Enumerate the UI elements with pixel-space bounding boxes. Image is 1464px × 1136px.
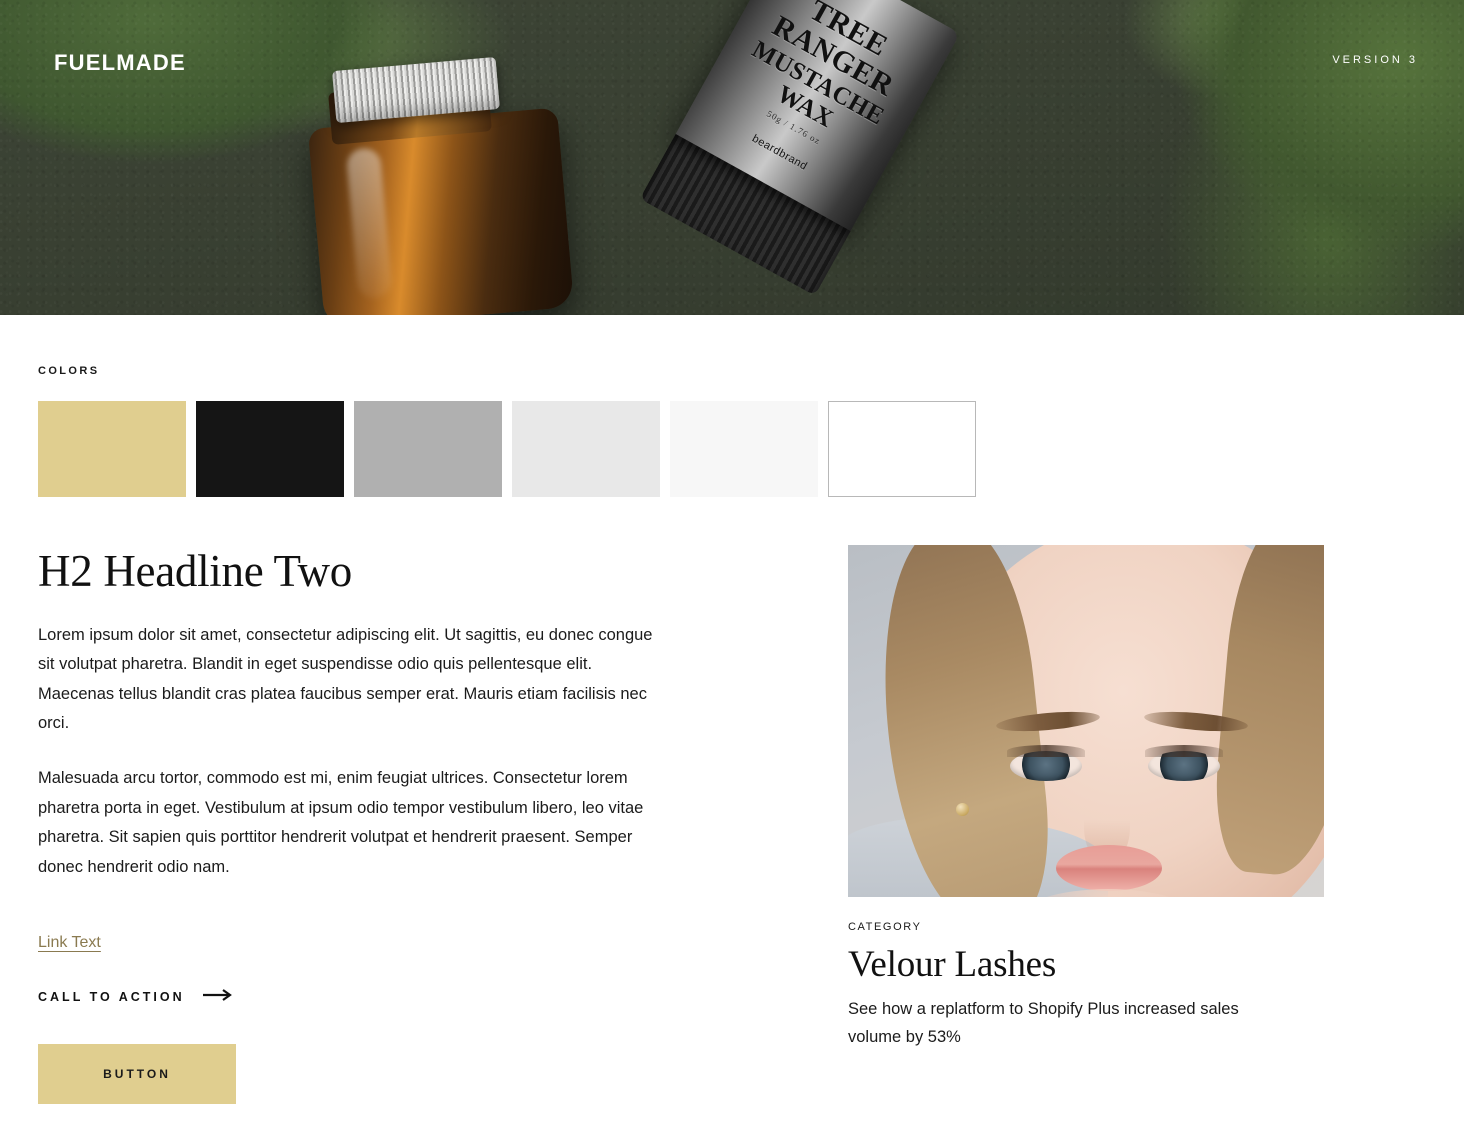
body-paragraph-1: Lorem ipsum dolor sit amet, consectetur … bbox=[38, 626, 653, 733]
version-label: VERSION 3 bbox=[1332, 54, 1418, 66]
card-image[interactable] bbox=[848, 545, 1324, 897]
primary-button-label: BUTTON bbox=[103, 1066, 171, 1081]
logo-text-made: MADE bbox=[116, 50, 186, 75]
color-swatch-list bbox=[38, 401, 1426, 497]
color-swatch-mid-gray[interactable] bbox=[354, 401, 502, 497]
color-swatch-off-white[interactable] bbox=[670, 401, 818, 497]
page-title: H2 Headline Two bbox=[38, 546, 352, 596]
sample-link[interactable]: Link Text bbox=[38, 934, 101, 952]
portrait-earring bbox=[956, 803, 969, 816]
hero-banner: TREE RANGER MUSTACHE WAX 50g / 1.76 oz b… bbox=[0, 0, 1464, 315]
call-to-action[interactable]: CALL TO ACTION bbox=[38, 988, 658, 1006]
body-paragraph-2: Malesuada arcu tortor, commodo est mi, e… bbox=[38, 769, 644, 876]
text-column: H2 Headline Two Lorem ipsum dolor sit am… bbox=[38, 545, 718, 1104]
arrow-right-icon bbox=[202, 988, 233, 1006]
brand-logo[interactable]: FUELMADE bbox=[54, 50, 186, 76]
main-content: H2 Headline Two Lorem ipsum dolor sit am… bbox=[0, 497, 1464, 1104]
color-swatch-light-gray[interactable] bbox=[512, 401, 660, 497]
card-description: See how a replatform to Shopify Plus inc… bbox=[848, 1000, 1239, 1046]
portrait-lash-left bbox=[1007, 745, 1085, 757]
primary-button[interactable]: BUTTON bbox=[38, 1043, 236, 1104]
colors-section: COLORS bbox=[0, 315, 1464, 497]
portrait-lips bbox=[1056, 845, 1162, 891]
card-category-label: CATEGORY bbox=[848, 921, 922, 933]
feature-card: CATEGORY Velour Lashes See how a replatf… bbox=[848, 545, 1334, 1104]
portrait-lash-right bbox=[1145, 745, 1223, 757]
logo-text-fuel: FUEL bbox=[54, 50, 117, 75]
portrait-illustration bbox=[848, 545, 1324, 897]
card-title[interactable]: Velour Lashes bbox=[848, 943, 1334, 986]
call-to-action-label: CALL TO ACTION bbox=[38, 989, 185, 1004]
color-swatch-white[interactable] bbox=[828, 401, 976, 497]
color-swatch-near-black[interactable] bbox=[196, 401, 344, 497]
colors-section-label: COLORS bbox=[38, 365, 100, 377]
color-swatch-tan[interactable] bbox=[38, 401, 186, 497]
